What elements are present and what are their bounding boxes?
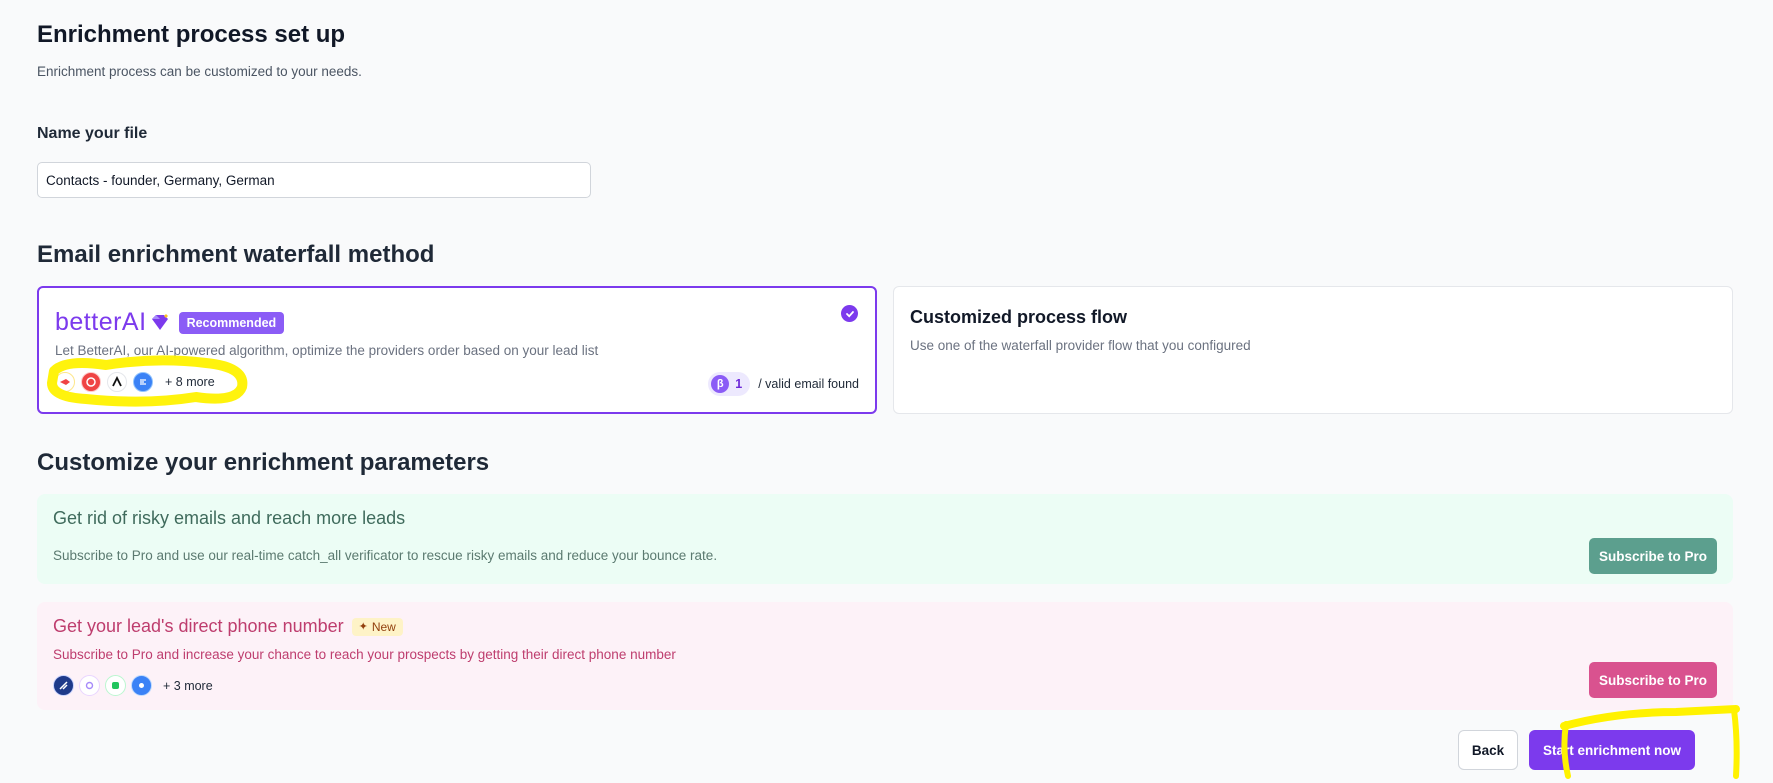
- rocket-phone-provider-icon: [53, 675, 74, 696]
- phone-number-text: Subscribe to Pro and increase your chanc…: [53, 647, 676, 662]
- betterai-description: Let BetterAI, our AI-powered algorithm, …: [55, 343, 599, 358]
- new-badge: ✦ New: [351, 617, 403, 636]
- phone-number-title-row: Get your lead's direct phone number ✦ Ne…: [53, 616, 403, 637]
- betterai-logo-text: betterAI: [55, 308, 147, 336]
- risky-emails-title: Get rid of risky emails and reach more l…: [53, 508, 406, 528]
- back-button[interactable]: Back: [1458, 730, 1518, 770]
- risky-emails-text: Subscribe to Pro and use our real-time c…: [53, 548, 718, 563]
- blue-lines-provider-icon: [133, 372, 153, 392]
- green-phone-provider-icon: [105, 675, 126, 696]
- betterai-provider-list: + 8 more: [55, 372, 215, 392]
- params-section-title: Customize your enrichment parameters: [37, 449, 490, 476]
- phone-provider-list: + 3 more: [53, 675, 213, 696]
- credit-amount: 1: [735, 377, 743, 391]
- custom-flow-description: Use one of the waterfall provider flow t…: [910, 338, 1251, 353]
- file-name-input[interactable]: [37, 162, 591, 198]
- subscribe-pro-phone-button[interactable]: Subscribe to Pro: [1589, 662, 1717, 698]
- betterai-option-card[interactable]: betterAI Recommended Let BetterAI, our A…: [37, 286, 877, 414]
- new-badge-label: New: [371, 619, 396, 634]
- phone-number-title: Get your lead's direct phone number: [53, 616, 344, 636]
- swirl-phone-provider-icon: [79, 675, 100, 696]
- waterfall-section-title: Email enrichment waterfall method: [37, 241, 435, 268]
- credit-coin-icon: β: [711, 375, 730, 393]
- more-phone-providers-label[interactable]: + 3 more: [163, 679, 213, 693]
- file-name-label: Name your file: [37, 125, 148, 142]
- custom-flow-option-card[interactable]: Customized process flow Use one of the w…: [893, 286, 1733, 414]
- more-providers-label[interactable]: + 8 more: [165, 375, 215, 389]
- credit-cost: β 1 / valid email found: [708, 372, 859, 396]
- betterai-brand: betterAI Recommended: [55, 308, 285, 337]
- red-circle-provider-icon: [81, 372, 101, 392]
- recommended-badge: Recommended: [178, 311, 285, 334]
- selected-check-icon: [841, 305, 858, 322]
- custom-flow-title: Customized process flow: [910, 307, 1128, 327]
- start-enrichment-button[interactable]: Start enrichment now: [1529, 730, 1695, 770]
- risky-emails-panel: Get rid of risky emails and reach more l…: [37, 494, 1733, 584]
- subscribe-pro-risky-button[interactable]: Subscribe to Pro: [1589, 538, 1717, 574]
- phone-number-panel: Get your lead's direct phone number ✦ Ne…: [37, 602, 1733, 710]
- page-title: Enrichment process set up: [37, 21, 346, 48]
- rocket-provider-icon: [55, 372, 75, 392]
- sparkle-icon: ✦: [358, 621, 368, 633]
- blue-phone-provider-icon: [131, 675, 152, 696]
- credit-pill: β 1: [708, 372, 751, 396]
- diamond-icon: [151, 313, 168, 330]
- page-subtitle: Enrichment process can be customized to …: [37, 64, 362, 79]
- credit-unit-label: / valid email found: [758, 377, 859, 391]
- triangle-provider-icon: [107, 372, 127, 392]
